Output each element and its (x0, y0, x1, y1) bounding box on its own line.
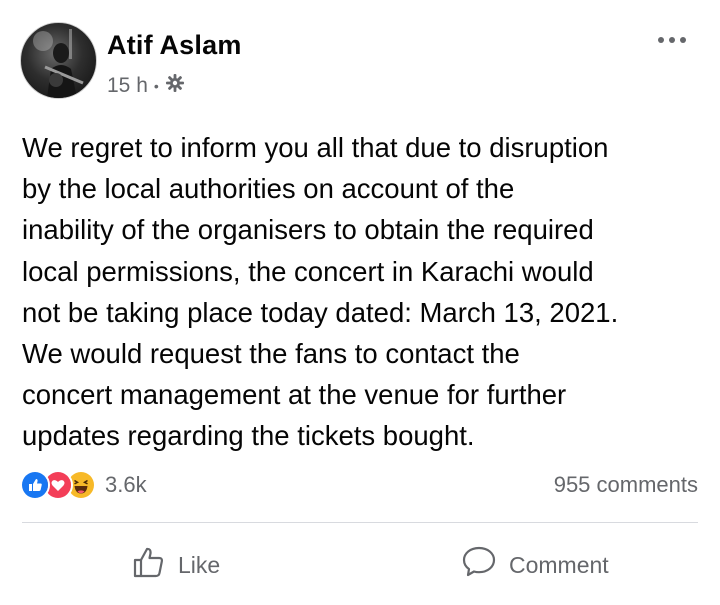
gear-icon[interactable] (165, 73, 185, 99)
more-dot (669, 37, 675, 43)
post-meta: 15 h • (107, 73, 185, 99)
like-label: Like (178, 551, 221, 578)
post-text-line: local permissions, the concert in Karach… (22, 255, 594, 287)
more-dot (680, 37, 686, 43)
post-text-line: by the local authorities on account of t… (22, 173, 515, 205)
post-text-line: not be taking place today dated: March 1… (22, 296, 619, 328)
comment-button[interactable]: Comment (461, 540, 609, 590)
meta-separator: • (153, 78, 159, 94)
author-avatar[interactable] (20, 22, 97, 99)
post-text-line: We regret to inform you all that due to … (22, 132, 609, 163)
post-header: Atif Aslam 15 h • (0, 0, 720, 110)
post-text-line: concert management at the venue for furt… (22, 379, 567, 411)
like-button[interactable]: Like (132, 540, 220, 590)
like-icon (20, 470, 50, 500)
thumbs-up-icon (132, 545, 166, 585)
post-body: We regret to inform you all that due to … (22, 127, 707, 457)
more-dot (658, 37, 664, 43)
comment-label: Comment (509, 551, 609, 578)
reactions-summary[interactable]: 3.6k (20, 470, 147, 500)
reactions-count: 3.6k (105, 472, 147, 497)
more-options-icon[interactable] (655, 32, 689, 48)
post-text-line: inability of the organisers to obtain th… (22, 214, 594, 246)
author-name[interactable]: Atif Aslam (107, 30, 242, 61)
post-text-line: We would request the fans to contact the (22, 338, 520, 370)
comments-count[interactable]: 955 comments (554, 472, 698, 498)
post-text-line: updates regarding the tickets bought. (22, 420, 475, 452)
divider (22, 522, 698, 523)
comment-icon (461, 545, 497, 585)
post-time[interactable]: 15 h (107, 74, 148, 98)
